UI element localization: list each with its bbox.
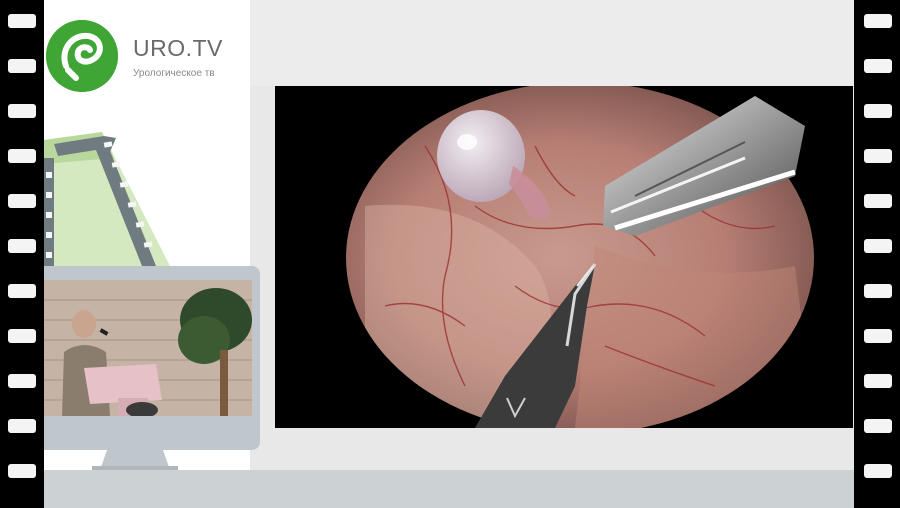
film-strip-icon bbox=[44, 132, 170, 268]
brand-subtitle: Урологическое тв bbox=[133, 68, 215, 79]
uro-tv-logo-icon bbox=[46, 20, 118, 92]
film-perforation bbox=[864, 464, 892, 478]
film-border-right bbox=[854, 0, 900, 508]
bottom-bar bbox=[44, 470, 854, 508]
film-perforation bbox=[8, 59, 36, 73]
film-perforation bbox=[864, 419, 892, 433]
film-perforation bbox=[8, 104, 36, 118]
film-perforation bbox=[864, 239, 892, 253]
film-border-left bbox=[0, 0, 44, 508]
film-perforation bbox=[8, 464, 36, 478]
laparoscopic-surgery-video[interactable] bbox=[275, 86, 853, 428]
monitor-icon bbox=[44, 266, 260, 450]
film-perforation bbox=[8, 149, 36, 163]
film-perforation bbox=[8, 284, 36, 298]
film-perforation bbox=[864, 14, 892, 28]
film-perforation bbox=[864, 59, 892, 73]
film-perforation bbox=[8, 14, 36, 28]
film-perforation bbox=[8, 374, 36, 388]
film-perforation bbox=[864, 104, 892, 118]
speaker-at-podium-video[interactable] bbox=[44, 280, 252, 416]
player-frame: URO.TV Урологическое тв bbox=[44, 0, 854, 508]
film-perforation bbox=[8, 419, 36, 433]
monitor-base bbox=[92, 466, 178, 470]
brand-title: URO.TV bbox=[133, 35, 223, 61]
film-perforation bbox=[864, 374, 892, 388]
top-band bbox=[250, 0, 854, 86]
film-perforation bbox=[864, 194, 892, 208]
film-perforation bbox=[8, 239, 36, 253]
film-perforation bbox=[864, 284, 892, 298]
film-perforation bbox=[8, 194, 36, 208]
film-perforation bbox=[864, 149, 892, 163]
film-perforation bbox=[864, 329, 892, 343]
film-perforation bbox=[8, 329, 36, 343]
